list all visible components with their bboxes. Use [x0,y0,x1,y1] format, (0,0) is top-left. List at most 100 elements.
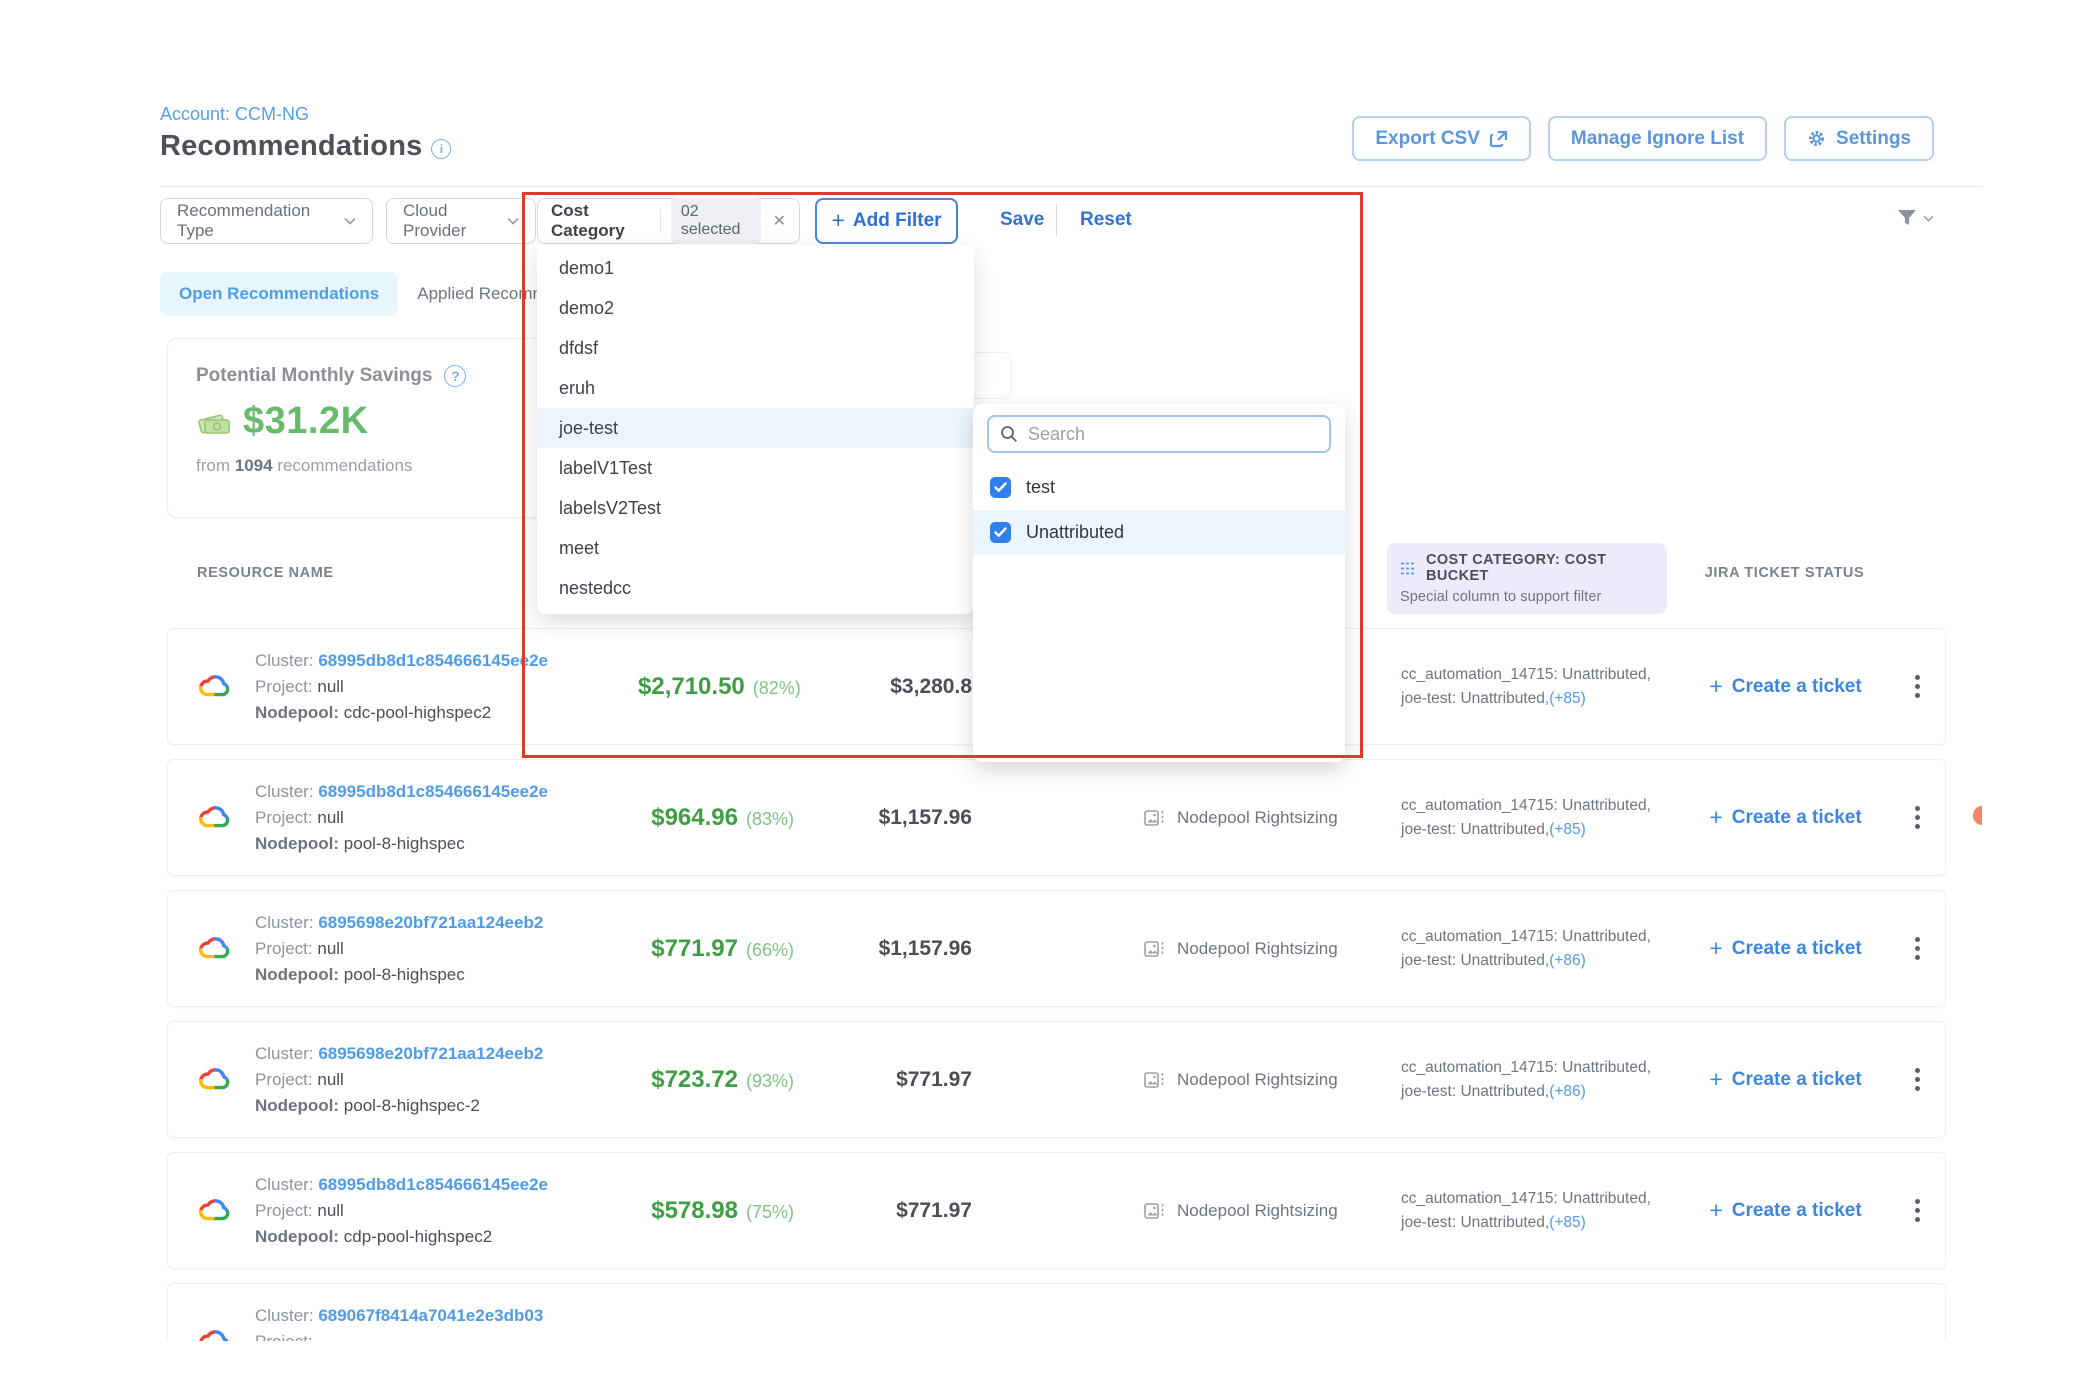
checkbox-checked-icon[interactable] [990,522,1011,543]
dropdown-item-dfdsf[interactable]: dfdsf [537,328,974,368]
create-ticket-button[interactable]: + Create a ticket [1683,1066,1888,1093]
nodepool-label: Nodepool: [255,834,339,853]
dropdown-item-meet[interactable]: meet [537,528,974,568]
cluster-id-link[interactable]: 6895698e20bf721aa124eeb2 [318,913,543,932]
export-csv-label: Export CSV [1375,128,1480,150]
gcp-cloud-icon [198,1066,231,1094]
dropdown-item-joe-test[interactable]: joe-test [537,408,974,448]
gcp-cloud-icon [198,804,231,832]
bucket-option-test[interactable]: test [973,465,1345,510]
dropdown-item-nestedcc[interactable]: nestedcc [537,568,974,608]
project-line: Project: null [255,1198,548,1224]
cost-category-more-link[interactable]: (+86) [1549,1083,1586,1100]
create-ticket-button[interactable]: + Create a ticket [1683,804,1888,831]
monthly-cost-cell: $771.97 [798,1068,978,1092]
nodepool-value: cdc-pool-highspec2 [344,703,491,722]
row-menu-kebab-icon[interactable] [1888,675,1947,698]
create-ticket-button[interactable]: + Create a ticket [1683,1197,1888,1224]
savings-sub-count: 1094 [235,456,273,475]
column-header-cost-category[interactable]: COST CATEGORY: COST BUCKET Special colum… [1387,543,1667,614]
bucket-search-box [987,415,1331,453]
cost-category-dropdown-menu: demo1 demo2 dfdsf eruh joe-test labelV1T… [537,245,974,614]
cluster-line: Cluster: 6895698e20bf721aa124eeb2 [255,910,543,936]
cost-category-more-link[interactable]: (+85) [1549,821,1586,838]
bucket-option-unattributed[interactable]: Unattributed [973,510,1345,555]
bucket-option-label: Unattributed [1026,522,1124,543]
savings-percent: (93%) [746,1071,794,1091]
project-label: Project: [255,808,313,827]
create-ticket-button[interactable]: + Create a ticket [1683,673,1888,700]
page-title: Recommendations [160,130,422,163]
nodepool-value: pool-8-highspec-2 [344,1096,480,1115]
settings-button[interactable]: Settings [1784,116,1934,161]
cluster-line: Cluster: 6895698e20bf721aa124eeb2 [255,1041,543,1067]
cluster-id-link[interactable]: 68995db8d1c854666145ee2e [318,651,548,670]
project-line: Project: null [255,936,543,962]
project-value: null [317,677,343,696]
cluster-line: Cluster: 68995db8d1c854666145ee2e [255,648,548,674]
help-icon[interactable]: ? [444,365,466,387]
dropdown-item-labelsV2Test[interactable]: labelsV2Test [537,488,974,528]
chevron-down-icon [344,217,356,225]
cloud-provider-dropdown[interactable]: Cloud Provider [386,198,536,244]
add-filter-label: Add Filter [853,210,942,232]
row-menu-kebab-icon[interactable] [1888,937,1947,960]
search-input[interactable] [1028,424,1318,445]
savings-card-title: Potential Monthly Savings [196,365,432,387]
row-menu-kebab-icon[interactable] [1888,1068,1947,1091]
cluster-id-link[interactable]: 68995db8d1c854666145ee2e [318,782,548,801]
cluster-id-link[interactable]: 68995db8d1c854666145ee2e [318,1175,548,1194]
dropdown-item-eruh[interactable]: eruh [537,368,974,408]
cluster-id-link[interactable]: 6895698e20bf721aa124eeb2 [318,1044,543,1063]
plus-icon: + [1709,1066,1722,1093]
cost-category-line1: cc_automation_14715: Unattributed, [1401,663,1683,687]
cluster-id-link[interactable]: 689067f8414a7041e2e3db03 [318,1306,543,1325]
create-ticket-button[interactable]: + Create a ticket [1683,935,1888,962]
savings-value: $964.96 [651,804,738,831]
info-icon[interactable]: i [431,139,451,159]
cost-category-cell: cc_automation_14715: Unattributed, joe-t… [1388,1056,1683,1104]
tab-open-recommendations[interactable]: Open Recommendations [160,272,398,316]
column-header-jira-ticket-status[interactable]: JIRA TICKET STATUS [1682,543,1887,581]
reset-button[interactable]: Reset [1080,209,1132,231]
project-label: Project: [255,1201,313,1220]
table-row: Cluster: 6895698e20bf721aa124eeb2 Projec… [167,890,1946,1007]
cost-category-more-link[interactable]: (+86) [1549,952,1586,969]
cluster-label: Cluster: [255,1175,314,1194]
savings-value: $2,710.50 [638,673,745,700]
funnel-icon [1895,206,1919,230]
add-filter-button[interactable]: + Add Filter [815,198,958,244]
cost-category-more-link[interactable]: (+85) [1549,1214,1586,1231]
dropdown-item-demo1[interactable]: demo1 [537,248,974,288]
save-reset-divider [1056,204,1057,236]
close-icon[interactable]: ✕ [773,211,786,231]
save-button[interactable]: Save [1000,209,1044,231]
cost-category-more-link[interactable]: (+85) [1549,690,1586,707]
monthly-savings-cell: $771.97(66%) [638,935,798,963]
savings-value: $578.98 [651,1197,738,1224]
nodepool-rightsizing-icon [1144,1070,1166,1090]
manage-ignore-list-button[interactable]: Manage Ignore List [1548,116,1767,161]
row-menu-kebab-icon[interactable] [1888,806,1947,829]
checkbox-checked-icon[interactable] [990,477,1011,498]
recommendation-type-cell: Nodepool Rightsizing [978,1201,1388,1221]
dropdown-item-demo2[interactable]: demo2 [537,288,974,328]
export-csv-button[interactable]: Export CSV [1352,116,1531,161]
project-value: null [317,1201,343,1220]
filter-funnel-button[interactable] [1895,206,1934,230]
cost-category-filter-chip[interactable]: Cost Category 02 selected ✕ [537,198,800,244]
cost-category-line2: joe-test: Unattributed, [1401,690,1549,707]
account-breadcrumb[interactable]: Account: CCM-NG [160,104,309,125]
monthly-cost-cell: $3,280.8 [798,675,978,699]
savings-percent: (75%) [746,1202,794,1222]
bottom-clip-mask [0,1341,2094,1392]
plus-icon: + [831,207,844,234]
recommendation-type-dropdown[interactable]: Recommendation Type [160,198,373,244]
savings-sub-suffix: recommendations [277,456,412,475]
settings-label: Settings [1836,128,1911,150]
savings-percent: (82%) [753,678,801,698]
dropdown-item-labelV1Test[interactable]: labelV1Test [537,448,974,488]
recommendation-type-label: Nodepool Rightsizing [1177,1070,1338,1090]
gcp-cloud-icon [198,673,231,701]
row-menu-kebab-icon[interactable] [1888,1199,1947,1222]
